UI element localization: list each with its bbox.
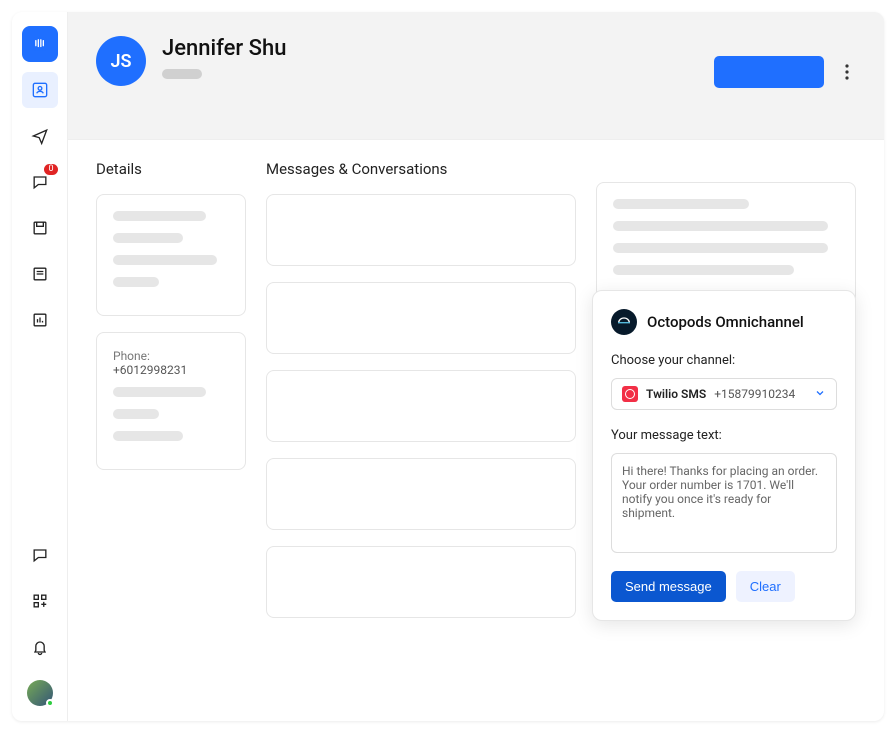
apps-icon (30, 591, 50, 611)
chat-icon (30, 545, 50, 565)
chevron-down-icon (814, 387, 826, 402)
nav-notifications[interactable] (22, 629, 58, 665)
main-area: JS Jennifer Shu Details (68, 12, 884, 721)
message-textarea[interactable] (611, 453, 837, 553)
nav-chat[interactable] (22, 537, 58, 573)
choose-channel-label: Choose your channel: (611, 353, 837, 368)
dots-vertical-icon (845, 64, 849, 80)
brand-icon[interactable] (22, 26, 58, 62)
message-card[interactable] (266, 370, 576, 442)
profile-name: Jennifer Shu (162, 36, 286, 61)
profile-subtitle-skeleton (162, 69, 202, 79)
messages-heading: Messages & Conversations (266, 160, 576, 178)
message-text-label: Your message text: (611, 428, 837, 443)
bell-icon (30, 637, 50, 657)
nav-inbox[interactable]: 0 (22, 164, 58, 200)
channel-name: Twilio SMS (646, 387, 706, 401)
book-icon (30, 264, 50, 284)
nav-send[interactable] (22, 118, 58, 154)
profile-avatar: JS (96, 36, 146, 86)
save-icon (30, 218, 50, 238)
user-avatar[interactable] (22, 675, 58, 711)
clear-button[interactable]: Clear (736, 571, 795, 602)
conversation-icon (30, 172, 50, 192)
send-icon (30, 126, 50, 146)
left-rail: 0 (12, 12, 68, 721)
nav-apps[interactable] (22, 583, 58, 619)
contacts-icon (30, 80, 50, 100)
twilio-icon (622, 386, 638, 402)
message-card[interactable] (266, 546, 576, 618)
nav-save[interactable] (22, 210, 58, 246)
channel-number: +15879910234 (714, 387, 795, 401)
more-menu-button[interactable] (838, 56, 856, 88)
octopods-logo-icon (611, 309, 637, 335)
message-card[interactable] (266, 282, 576, 354)
omnichannel-widget: Octopods Omnichannel Choose your channel… (592, 290, 856, 621)
primary-action-button[interactable] (714, 56, 824, 88)
inbox-badge: 0 (44, 164, 57, 175)
contact-card: Phone: +6012998231 (96, 332, 246, 470)
nav-book[interactable] (22, 256, 58, 292)
nav-contacts[interactable] (22, 72, 58, 108)
phone-label: Phone: (113, 349, 150, 363)
channel-select[interactable]: Twilio SMS +15879910234 (611, 378, 837, 410)
send-message-button[interactable]: Send message (611, 571, 726, 602)
details-card (96, 194, 246, 316)
phone-value: +6012998231 (113, 363, 187, 377)
summary-card (596, 182, 856, 304)
widget-title: Octopods Omnichannel (647, 313, 804, 331)
message-card[interactable] (266, 458, 576, 530)
nav-reports[interactable] (22, 302, 58, 338)
avatar-icon (27, 680, 53, 706)
message-card[interactable] (266, 194, 576, 266)
profile-header: JS Jennifer Shu (68, 12, 884, 140)
intercom-icon (30, 34, 50, 54)
details-heading: Details (96, 160, 246, 178)
chart-icon (30, 310, 50, 330)
phone-row: Phone: +6012998231 (113, 349, 229, 377)
